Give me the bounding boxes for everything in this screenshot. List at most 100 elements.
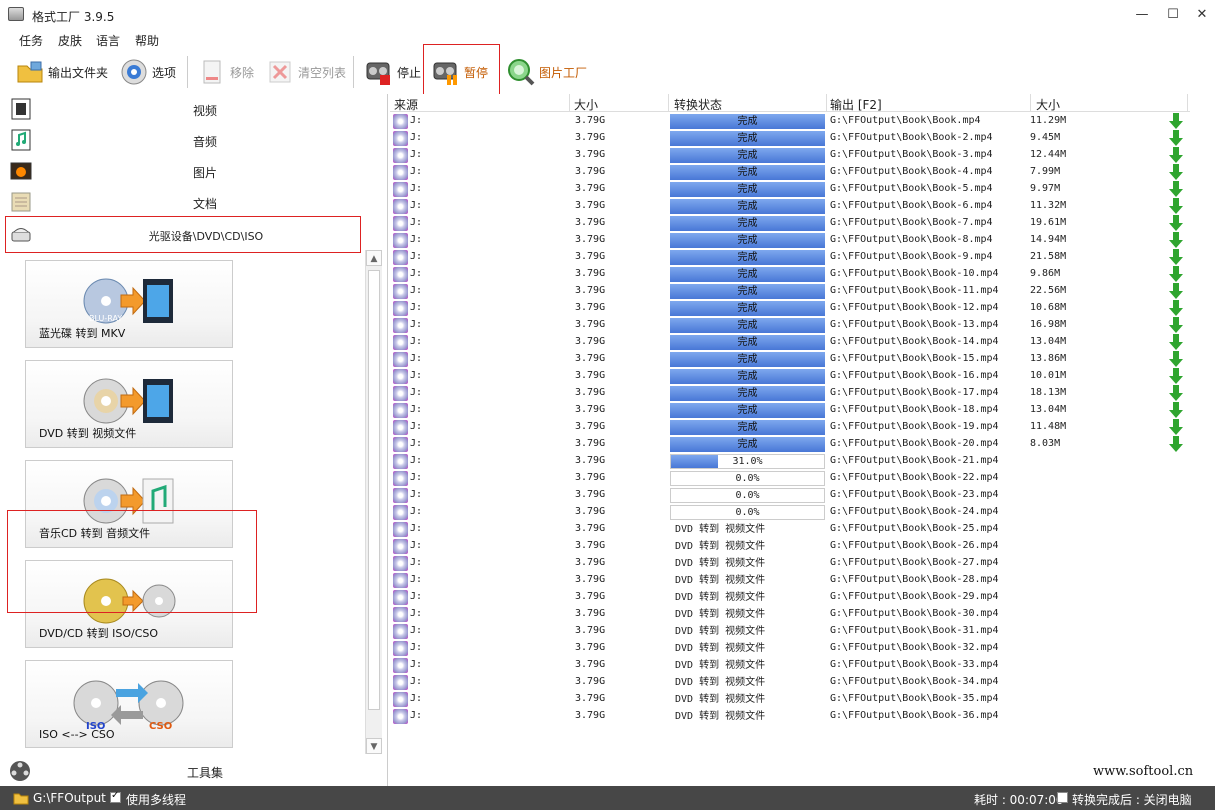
category-document[interactable]: 文档 bbox=[0, 187, 385, 217]
table-row[interactable]: J: 3.79G DVD 转到 视频文件 G:\FFOutput\Book\Book-… bbox=[390, 708, 1190, 725]
scroll-down-icon[interactable]: ▼ bbox=[366, 738, 382, 754]
download-arrow-icon[interactable] bbox=[1169, 300, 1183, 316]
table-row[interactable]: J: 3.79G 完成 G:\FFOutput\Book\Book-18.mp4 13.… bbox=[390, 402, 1190, 419]
table-row[interactable]: J: 3.79G DVD 转到 视频文件 G:\FFOutput\Book\Book-… bbox=[390, 674, 1190, 691]
dvd-source-icon bbox=[393, 250, 408, 265]
download-arrow-icon[interactable] bbox=[1169, 334, 1183, 350]
table-row[interactable]: J: 3.79G 完成 G:\FFOutput\Book\Book-12.mp4 10.… bbox=[390, 300, 1190, 317]
table-row[interactable]: J: 3.79G 完成 G:\FFOutput\Book\Book-17.mp4 18.… bbox=[390, 385, 1190, 402]
multithread-checkbox[interactable] bbox=[110, 790, 121, 803]
table-row[interactable]: J: 3.79G 完成 G:\FFOutput\Book\Book-11.mp4 22.… bbox=[390, 283, 1190, 300]
tile-bluray-to-mkv[interactable]: BLU-RAY 蓝光碟 转到 MKV bbox=[25, 260, 233, 348]
download-arrow-icon[interactable] bbox=[1169, 283, 1183, 299]
menu-skin[interactable]: 皮肤 bbox=[58, 32, 82, 49]
category-video[interactable]: 视频 bbox=[0, 94, 385, 124]
table-row[interactable]: J: 3.79G 完成 G:\FFOutput\Book\Book-20.mp4 8.0… bbox=[390, 436, 1190, 453]
scroll-thumb[interactable] bbox=[368, 270, 380, 710]
table-row[interactable]: J: 3.79G 完成 G:\FFOutput\Book\Book-14.mp4 13.… bbox=[390, 334, 1190, 351]
output-folder-button[interactable]: 输出文件夹 bbox=[15, 52, 108, 92]
table-row[interactable]: J: 3.79G DVD 转到 视频文件 G:\FFOutput\Book\Book-… bbox=[390, 589, 1190, 606]
menu-help[interactable]: 帮助 bbox=[135, 32, 159, 49]
tile-iso-cso[interactable]: ISO CSO ISO <--> CSO bbox=[25, 660, 233, 748]
download-arrow-icon[interactable] bbox=[1169, 181, 1183, 197]
after-complete-checkbox[interactable] bbox=[1057, 792, 1068, 803]
table-row[interactable]: J: 3.79G 0.0% G:\FFOutput\Book\Book-23.mp4 bbox=[390, 487, 1190, 504]
download-arrow-icon[interactable] bbox=[1169, 215, 1183, 231]
download-arrow-icon[interactable] bbox=[1169, 368, 1183, 384]
row-output-size: 9.45M bbox=[1030, 132, 1061, 143]
table-row[interactable]: J: 3.79G DVD 转到 视频文件 G:\FFOutput\Book\Book-… bbox=[390, 572, 1190, 589]
table-row[interactable]: J: 3.79G DVD 转到 视频文件 G:\FFOutput\Book\Book-… bbox=[390, 521, 1190, 538]
maximize-button[interactable]: ☐ bbox=[1158, 4, 1188, 26]
row-size: 3.79G bbox=[575, 166, 606, 177]
row-progress-bar: 0.0% bbox=[670, 505, 825, 520]
clear-list-button[interactable]: 清空列表 bbox=[265, 52, 346, 92]
table-row[interactable]: J: 3.79G 完成 G:\FFOutput\Book\Book-13.mp4 16.… bbox=[390, 317, 1190, 334]
download-arrow-icon[interactable] bbox=[1169, 198, 1183, 214]
options-button[interactable]: 选项 bbox=[119, 52, 176, 92]
download-arrow-icon[interactable] bbox=[1169, 164, 1183, 180]
table-row[interactable]: J: 3.79G 完成 G:\FFOutput\Book\Book-2.mp4 9.45… bbox=[390, 130, 1190, 147]
table-row[interactable]: J: 3.79G 完成 G:\FFOutput\Book\Book-9.mp4 21.5… bbox=[390, 249, 1190, 266]
column-source[interactable]: 来源 bbox=[394, 96, 418, 113]
table-row[interactable]: J: 3.79G 完成 G:\FFOutput\Book\Book-8.mp4 14.9… bbox=[390, 232, 1190, 249]
table-row[interactable]: J: 3.79G DVD 转到 视频文件 G:\FFOutput\Book\Book-… bbox=[390, 606, 1190, 623]
download-arrow-icon[interactable] bbox=[1169, 402, 1183, 418]
remove-button[interactable]: 移除 bbox=[197, 52, 254, 92]
picture-factory-button[interactable]: 图片工厂 bbox=[506, 52, 587, 92]
table-row[interactable]: J: 3.79G 0.0% G:\FFOutput\Book\Book-24.mp4 bbox=[390, 504, 1190, 521]
row-status: DVD 转到 视频文件 bbox=[675, 677, 766, 688]
table-row[interactable]: J: 3.79G 31.0% G:\FFOutput\Book\Book-21.mp4 bbox=[390, 453, 1190, 470]
download-arrow-icon[interactable] bbox=[1169, 130, 1183, 146]
download-arrow-icon[interactable] bbox=[1169, 147, 1183, 163]
download-arrow-icon[interactable] bbox=[1169, 419, 1183, 435]
download-arrow-icon[interactable] bbox=[1169, 351, 1183, 367]
table-row[interactable]: J: 3.79G 完成 G:\FFOutput\Book\Book-7.mp4 19.6… bbox=[390, 215, 1190, 232]
table-row[interactable]: J: 3.79G DVD 转到 视频文件 G:\FFOutput\Book\Book-… bbox=[390, 657, 1190, 674]
close-button[interactable]: ✕ bbox=[1187, 4, 1215, 26]
download-arrow-icon[interactable] bbox=[1169, 113, 1183, 129]
scroll-up-icon[interactable]: ▲ bbox=[366, 250, 382, 266]
watermark: www.softool.cn bbox=[1093, 764, 1194, 779]
download-arrow-icon[interactable] bbox=[1169, 317, 1183, 333]
download-arrow-icon[interactable] bbox=[1169, 436, 1183, 452]
output-path[interactable]: G:\FFOutput bbox=[33, 791, 106, 805]
row-size: 3.79G bbox=[575, 387, 606, 398]
table-row[interactable]: J: 3.79G DVD 转到 视频文件 G:\FFOutput\Book\Book-… bbox=[390, 555, 1190, 572]
column-status[interactable]: 转换状态 bbox=[674, 96, 722, 113]
column-size[interactable]: 大小 bbox=[574, 96, 598, 113]
table-row[interactable]: J: 3.79G 完成 G:\FFOutput\Book\Book-5.mp4 9.97… bbox=[390, 181, 1190, 198]
tile-dvd-to-video[interactable]: DVD 转到 视频文件 bbox=[25, 360, 233, 448]
column-output-size[interactable]: 大小 bbox=[1036, 96, 1060, 113]
table-row[interactable]: J: 3.79G 完成 G:\FFOutput\Book\Book-4.mp4 7.99… bbox=[390, 164, 1190, 181]
table-row[interactable]: J: 3.79G 完成 G:\FFOutput\Book\Book-15.mp4 13.… bbox=[390, 351, 1190, 368]
table-row[interactable]: J: 3.79G 完成 G:\FFOutput\Book\Book-6.mp4 11.3… bbox=[390, 198, 1190, 215]
table-row[interactable]: J: 3.79G 完成 G:\FFOutput\Book\Book-19.mp4 11.… bbox=[390, 419, 1190, 436]
table-row[interactable]: J: 3.79G 完成 G:\FFOutput\Book\Book-10.mp4 9.8… bbox=[390, 266, 1190, 283]
row-output-path: G:\FFOutput\Book\Book-6.mp4 bbox=[830, 200, 993, 211]
minimize-button[interactable]: — bbox=[1127, 4, 1157, 26]
row-output-path: G:\FFOutput\Book\Book-31.mp4 bbox=[830, 625, 999, 636]
download-arrow-icon[interactable] bbox=[1169, 266, 1183, 282]
table-row[interactable]: J: 3.79G DVD 转到 视频文件 G:\FFOutput\Book\Book-… bbox=[390, 623, 1190, 640]
column-output[interactable]: 输出 [F2] bbox=[830, 96, 882, 113]
table-row[interactable]: J: 3.79G 0.0% G:\FFOutput\Book\Book-22.mp4 bbox=[390, 470, 1190, 487]
gear-icon bbox=[121, 59, 147, 85]
table-row[interactable]: J: 3.79G 完成 G:\FFOutput\Book\Book-3.mp4 12.4… bbox=[390, 147, 1190, 164]
table-row[interactable]: J: 3.79G 完成 G:\FFOutput\Book\Book.mp4 11.29M bbox=[390, 113, 1190, 130]
table-row[interactable]: J: 3.79G 完成 G:\FFOutput\Book\Book-16.mp4 10.… bbox=[390, 368, 1190, 385]
tiles-scrollbar[interactable]: ▲ ▼ bbox=[365, 250, 382, 754]
category-audio[interactable]: 音频 bbox=[0, 125, 385, 155]
table-row[interactable]: J: 3.79G DVD 转到 视频文件 G:\FFOutput\Book\Book-… bbox=[390, 691, 1190, 708]
menu-language[interactable]: 语言 bbox=[96, 32, 120, 49]
stop-button[interactable]: 停止 bbox=[364, 52, 421, 92]
table-row[interactable]: J: 3.79G DVD 转到 视频文件 G:\FFOutput\Book\Book-… bbox=[390, 538, 1190, 555]
download-arrow-icon[interactable] bbox=[1169, 385, 1183, 401]
download-arrow-icon[interactable] bbox=[1169, 232, 1183, 248]
category-optical-drive[interactable]: 光驱设备\DVD\CD\ISO bbox=[5, 216, 361, 253]
category-tools[interactable]: 工具集 bbox=[0, 756, 385, 786]
table-row[interactable]: J: 3.79G DVD 转到 视频文件 G:\FFOutput\Book\Book-… bbox=[390, 640, 1190, 657]
category-picture[interactable]: 图片 bbox=[0, 156, 385, 186]
download-arrow-icon[interactable] bbox=[1169, 249, 1183, 265]
menu-task[interactable]: 任务 bbox=[19, 32, 43, 49]
